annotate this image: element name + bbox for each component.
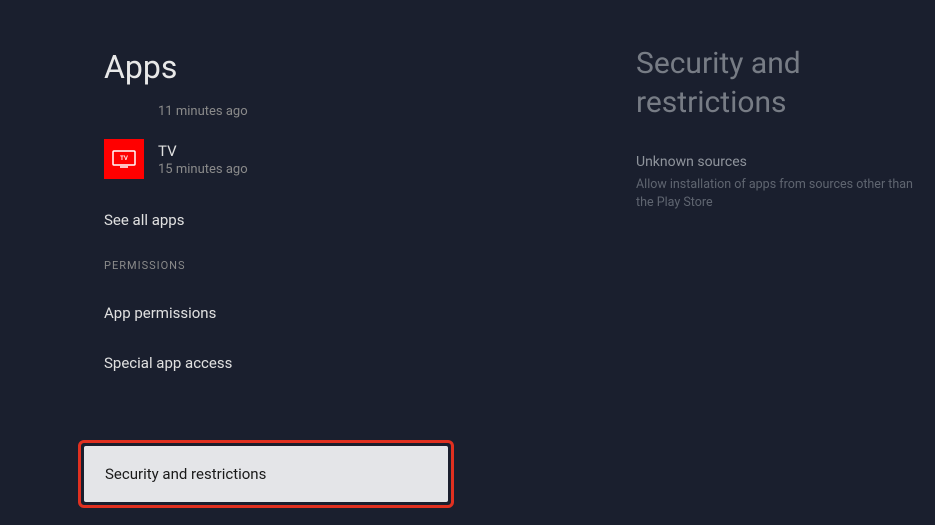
svg-text:TV: TV [120,156,128,162]
permissions-header: PERMISSIONS [104,259,484,272]
detail-panel: Security and restrictions Unknown source… [636,44,926,229]
page-title: Apps [104,48,484,86]
setting-description-label: Allow installation of apps from sources … [636,176,926,211]
see-all-apps[interactable]: See all apps [104,195,484,245]
security-restrictions-item[interactable]: Security and restrictions [84,446,448,502]
app-timestamp-previous: 11 minutes ago [158,104,484,119]
special-app-access-item[interactable]: Special app access [104,338,484,388]
app-permissions-item[interactable]: App permissions [104,288,484,338]
apps-panel: Apps 11 minutes ago TV TV 15 minutes ago… [104,48,484,388]
app-info: TV 15 minutes ago [158,142,248,177]
unknown-sources-setting[interactable]: Unknown sources Allow installation of ap… [636,154,926,211]
detail-title: Security and restrictions [636,44,926,122]
app-name-label: TV [158,142,248,160]
tv-icon: TV [112,150,136,168]
tv-app-icon: TV [104,139,144,179]
setting-name-label: Unknown sources [636,154,926,170]
app-timestamp-label: 15 minutes ago [158,162,248,177]
selected-item-highlight: Security and restrictions [78,440,454,508]
app-row-tv[interactable]: TV TV 15 minutes ago [104,135,484,183]
security-restrictions-label: Security and restrictions [105,465,266,483]
